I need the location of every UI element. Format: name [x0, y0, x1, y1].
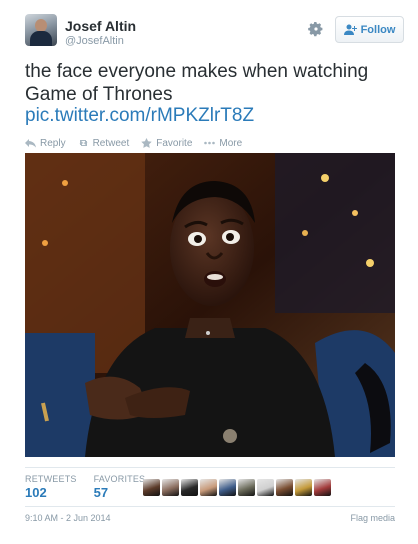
- tweet-stats: RETWEETS 102 FAVORITES 57: [25, 474, 145, 500]
- tweet-text: the face everyone makes when watching Ga…: [25, 61, 369, 105]
- favoriter-avatar[interactable]: [200, 479, 217, 496]
- tweet-media-link[interactable]: pic.twitter.com/rMPKZlrT8Z: [25, 104, 254, 127]
- reply-label: Reply: [40, 137, 66, 149]
- favoriter-avatar[interactable]: [238, 479, 255, 496]
- photo-image: [25, 153, 395, 457]
- follow-button[interactable]: Follow: [335, 16, 404, 43]
- tweet-timestamp[interactable]: 9:10 AM - 2 Jun 2014: [25, 513, 111, 523]
- favorite-action[interactable]: Favorite: [141, 138, 192, 149]
- favoriter-avatar[interactable]: [276, 479, 293, 496]
- retweet-icon: [79, 140, 88, 146]
- retweet-action[interactable]: Retweet: [78, 137, 130, 149]
- author-username[interactable]: @JosefAltin: [65, 35, 124, 47]
- favorite-star-icon: [141, 138, 152, 148]
- tweet-actions: Reply Retweet Favorite More: [25, 136, 254, 150]
- reply-icon: [25, 139, 36, 148]
- more-action[interactable]: More: [204, 138, 242, 149]
- footer-divider: [25, 506, 395, 507]
- favorites-count: 57: [93, 485, 109, 500]
- favoriter-avatar[interactable]: [219, 479, 236, 496]
- favoriter-avatar[interactable]: [162, 479, 179, 496]
- retweet-label: Retweet: [92, 137, 130, 149]
- retweets-stat[interactable]: RETWEETS 102: [25, 474, 77, 500]
- follow-person-icon: [343, 24, 357, 35]
- tweet-photo[interactable]: [25, 153, 395, 457]
- favoriter-avatar[interactable]: [257, 479, 274, 496]
- stats-divider: [25, 467, 395, 468]
- favoriter-avatars: [143, 479, 331, 496]
- retweets-count: 102: [25, 485, 47, 500]
- favoriter-avatar[interactable]: [314, 479, 331, 496]
- reply-action[interactable]: Reply: [25, 138, 66, 149]
- favorite-label: Favorite: [156, 137, 193, 149]
- more-dots-icon: [204, 141, 216, 145]
- favoriter-avatar[interactable]: [295, 479, 312, 496]
- retweets-label: RETWEETS: [25, 474, 77, 484]
- favorites-stat[interactable]: FAVORITES 57: [94, 474, 146, 500]
- gear-icon[interactable]: [308, 21, 324, 37]
- author-fullname[interactable]: Josef Altin: [65, 18, 136, 34]
- flag-media-link[interactable]: Flag media: [350, 513, 395, 523]
- favorites-label: FAVORITES: [93, 474, 146, 484]
- avatar[interactable]: [25, 14, 57, 46]
- favoriter-avatar[interactable]: [143, 479, 160, 496]
- follow-label: Follow: [360, 23, 396, 36]
- more-label: More: [219, 137, 243, 149]
- tweet-header: Josef Altin @JosefAltin Follow: [25, 14, 404, 50]
- favoriter-avatar[interactable]: [181, 479, 198, 496]
